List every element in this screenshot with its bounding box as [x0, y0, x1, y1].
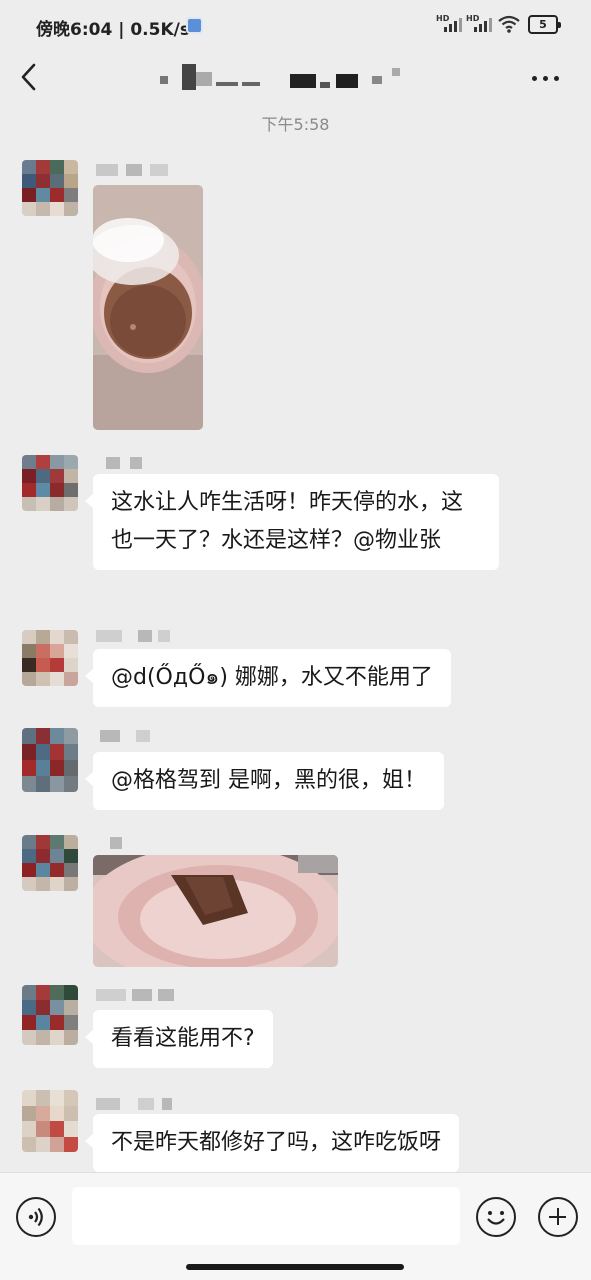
pink-bowl-brown-water-photo[interactable]	[93, 185, 203, 430]
signal-icon: HD	[436, 14, 462, 34]
avatar[interactable]	[22, 160, 78, 216]
status-time-speed: 傍晚6:04 | 0.5K/s	[36, 20, 190, 40]
sender-name-redacted	[96, 989, 176, 1003]
message-timestamp: 下午5:58	[261, 115, 330, 134]
message-bubble[interactable]: 这水让人咋生活呀！昨天停的水，这也一天了？水还是这样？@物业张	[85, 474, 499, 570]
signal-icon-2: HD	[466, 14, 492, 34]
pink-basin-dark-water-photo[interactable]	[93, 855, 338, 967]
message-bubble[interactable]: 看看这能用不?	[85, 1010, 273, 1068]
notification-app-icon	[186, 17, 203, 34]
sender-name-redacted	[96, 1098, 176, 1112]
sender-name-redacted	[96, 630, 176, 644]
sender-name-redacted	[96, 164, 176, 178]
message-input[interactable]	[72, 1187, 460, 1245]
chat-header	[0, 50, 591, 108]
voice-icon[interactable]	[16, 1197, 56, 1237]
message-bubble[interactable]: 不是昨天都修好了吗，这咋吃饭呀	[84, 1114, 460, 1172]
avatar[interactable]	[22, 728, 78, 792]
sender-name-redacted	[96, 457, 176, 471]
emoji-icon[interactable]	[476, 1197, 516, 1237]
message-bubble[interactable]: @格格驾到 是啊，黑的很，姐！	[85, 752, 444, 810]
wifi-icon	[498, 15, 520, 33]
sender-name-redacted	[96, 837, 176, 851]
chat-title-redacted	[160, 64, 460, 94]
chevron-left-icon[interactable]	[18, 62, 42, 92]
more-icon[interactable]	[530, 66, 562, 90]
avatar[interactable]	[22, 630, 78, 686]
status-bar: 傍晚6:04 | 0.5K/s HD HD 5	[0, 0, 591, 50]
message-bubble[interactable]: @d(ŐдŐ๑) 娜娜，水又不能用了	[85, 649, 451, 707]
avatar[interactable]	[22, 1090, 78, 1152]
avatar[interactable]	[22, 985, 78, 1045]
avatar[interactable]	[22, 455, 78, 511]
plus-icon[interactable]	[538, 1197, 578, 1237]
home-indicator[interactable]	[186, 1264, 404, 1270]
battery-icon: 5	[528, 15, 561, 34]
avatar[interactable]	[22, 835, 78, 891]
sender-name-redacted	[96, 730, 176, 744]
